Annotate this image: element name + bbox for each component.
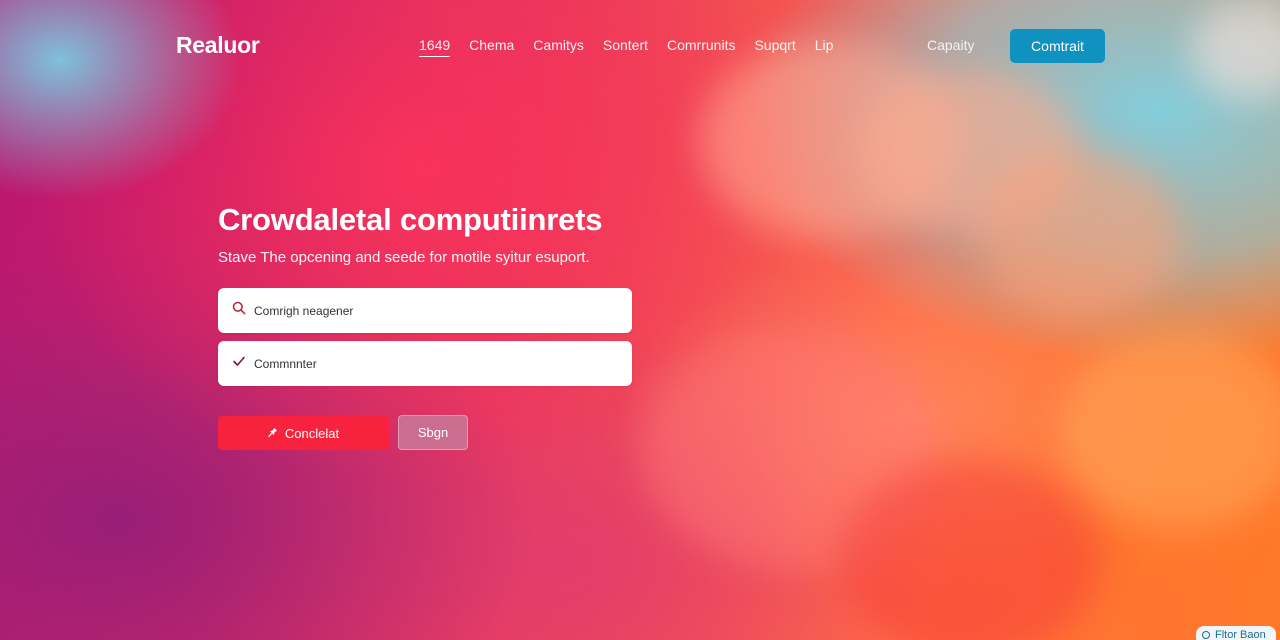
nav-link-capaity[interactable]: Capaity [927, 37, 974, 53]
cloud-puff [860, 70, 1080, 230]
nav-link-supqrt[interactable]: Supqrt [754, 37, 795, 57]
hero-subtitle: Stave The opcening and seede for motile … [218, 249, 590, 266]
check-icon [232, 354, 246, 373]
primary-submit-button[interactable]: Conclelat [218, 416, 389, 450]
cloud-puff [640, 330, 940, 570]
cloud-puff [700, 40, 960, 240]
top-nav: Realuor 1649 Chema Camitys Sontert Comrr… [0, 28, 1280, 64]
nav-link-1649[interactable]: 1649 [419, 37, 451, 57]
hero-title: Crowdaletal computiinrets [218, 202, 603, 237]
nav-links: 1649 Chema Camitys Sontert Comrrunits Su… [419, 37, 833, 57]
secondary-input[interactable] [254, 356, 614, 371]
search-input[interactable] [254, 303, 614, 318]
primary-button-label: Conclelat [284, 425, 340, 441]
nav-link-comrrunits[interactable]: Comrrunits [667, 37, 735, 57]
search-field[interactable] [218, 288, 632, 333]
search-icon [232, 301, 246, 320]
nav-link-sontert[interactable]: Sontert [603, 37, 648, 57]
secondary-field[interactable] [218, 341, 632, 386]
cloud-puff [980, 150, 1180, 320]
nav-cta-button[interactable]: Comtrait [1010, 29, 1105, 63]
circle-icon [1202, 631, 1210, 639]
corner-badge[interactable]: Fltor Baon [1196, 626, 1276, 640]
cloud-puff [840, 460, 1100, 640]
cloud-puff [1060, 330, 1280, 530]
nav-link-camitys[interactable]: Camitys [533, 37, 584, 57]
nav-link-chema[interactable]: Chema [469, 37, 514, 57]
nav-link-lip[interactable]: Lip [815, 37, 834, 57]
brand-logo[interactable]: Realuor [176, 32, 260, 59]
pin-icon [268, 426, 278, 441]
corner-badge-label: Fltor Baon [1215, 629, 1266, 640]
sign-button[interactable]: Sbgn [398, 415, 468, 450]
